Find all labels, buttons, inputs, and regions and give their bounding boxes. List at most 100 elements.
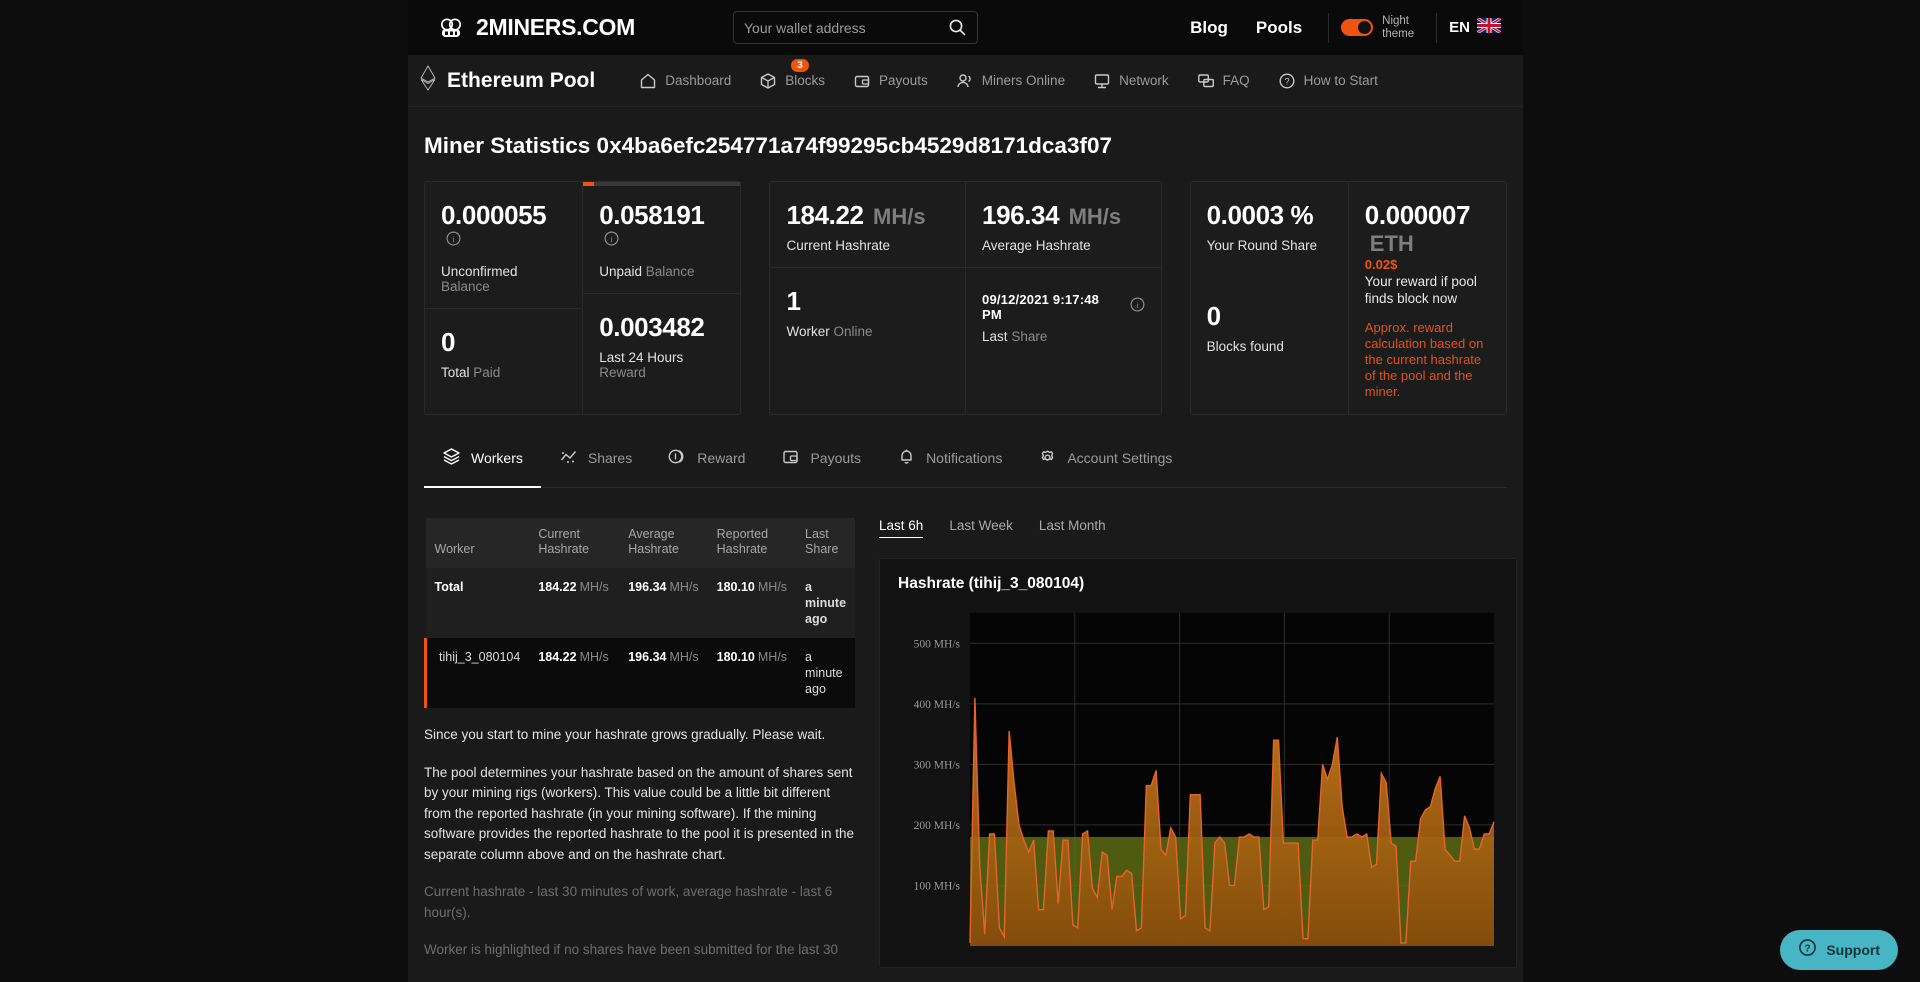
- blocks-found-cell: 0 Blocks found: [1191, 267, 1348, 368]
- nav-blog[interactable]: Blog: [1176, 18, 1242, 38]
- hashrate-col-left: 184.22 MH/s Current Hashrate 1 Worker On…: [770, 182, 966, 414]
- tab-reward[interactable]: Reward: [650, 447, 763, 487]
- toggle-switch[interactable]: [1341, 19, 1374, 36]
- last-24h-cell: 0.003482 Last 24 Hours Reward: [583, 293, 741, 394]
- brand[interactable]: 2MINERS.COM: [438, 14, 635, 41]
- round-col: 0.0003 % Your Round Share 0 Blocks found: [1191, 182, 1348, 414]
- reward-unit: ETH: [1369, 231, 1414, 256]
- info-icon[interactable]: i: [446, 231, 461, 246]
- unpaid-progress-bar: [583, 182, 741, 186]
- col-last-share: Last Share: [796, 518, 856, 568]
- panel-content: Miner Statistics 0x4ba6efc254771a74f9929…: [408, 107, 1523, 968]
- info-icon[interactable]: i: [604, 231, 619, 246]
- tab-shares[interactable]: Shares: [541, 447, 650, 487]
- language-selector[interactable]: EN: [1449, 16, 1502, 38]
- tab-payouts[interactable]: Payouts: [763, 447, 879, 487]
- last-share-label: Last Share: [982, 329, 1145, 344]
- value: 180.10: [716, 650, 755, 664]
- note-paragraph-3: Current hashrate - last 30 minutes of wo…: [424, 884, 833, 920]
- total-paid-label: Total Paid: [441, 365, 566, 380]
- svg-text:200 MH/s: 200 MH/s: [914, 820, 961, 832]
- reward-cell: 0.000007 ETH 0.02$ Your reward if pool f…: [1349, 182, 1506, 414]
- tab-notifications[interactable]: Notifications: [879, 447, 1020, 487]
- svg-text:i: i: [1136, 300, 1139, 310]
- header-right: Blog Pools Night theme EN: [1176, 0, 1502, 55]
- chat-icon: [1197, 72, 1215, 90]
- divider: [1328, 12, 1330, 43]
- tab-label: Payouts: [810, 450, 862, 466]
- svg-text:500 MH/s: 500 MH/s: [914, 638, 961, 650]
- reward-note: Approx. reward calculation based on the …: [1364, 320, 1484, 399]
- unpaid-balance-cell: 0.058191 i Unpaid Balance: [583, 182, 741, 293]
- pool-title: Ethereum Pool: [420, 65, 595, 96]
- workers-table: Worker Current Hashrate Average Hashrate…: [424, 518, 856, 708]
- reward-card: 0.0003 % Your Round Share 0 Blocks found…: [1189, 181, 1508, 415]
- info-icon[interactable]: i: [1130, 297, 1145, 317]
- wallet-icon: [781, 447, 800, 469]
- unit: MH/s: [579, 650, 609, 664]
- subnav-item-faq[interactable]: FAQ: [1183, 55, 1264, 107]
- unconfirmed-balance-label: Unconfirmed Balance: [441, 264, 566, 294]
- subnav-item-dashboard[interactable]: Dashboard: [625, 55, 745, 107]
- value: 184.22: [538, 580, 577, 594]
- cube-icon: [759, 72, 777, 90]
- round-share-value: 0.0003 %: [1206, 200, 1314, 230]
- top-header: 2MINERS.COM Blog Pools Night theme EN: [408, 0, 1523, 55]
- support-button[interactable]: ? Support: [1780, 930, 1898, 970]
- value: 196.34: [628, 580, 667, 594]
- round-share-cell: 0.0003 % Your Round Share: [1191, 182, 1348, 267]
- unpaid-balance-label: Unpaid Balance: [599, 264, 724, 279]
- balance-col-left: 0.000055 i Unconfirmed Balance 0 Total P…: [425, 182, 583, 414]
- subnav-item-how-to-start[interactable]: ? How to Start: [1264, 55, 1392, 107]
- subnav-label: Payouts: [879, 73, 928, 88]
- miners-logo-icon: [438, 15, 464, 41]
- cell-average: 196.34 MH/s: [619, 638, 708, 708]
- col-worker: Worker: [425, 518, 530, 568]
- subnav-item-blocks[interactable]: 3 Blocks: [745, 55, 839, 107]
- range-tab-last-month[interactable]: Last Month: [1039, 518, 1106, 538]
- cell-reported: 180.10 MH/s: [707, 568, 797, 638]
- subnav-item-miners-online[interactable]: Miners Online: [942, 55, 1079, 107]
- reward-usd: 0.02$: [1364, 257, 1398, 272]
- page-root: 2MINERS.COM Blog Pools Night theme EN: [0, 0, 1920, 982]
- monitor-icon: [1093, 72, 1111, 90]
- last-24h-label: Last 24 Hours: [599, 350, 684, 365]
- search-input[interactable]: [744, 19, 947, 36]
- label-strong: Last: [982, 329, 1008, 344]
- balance-card: 0.000055 i Unconfirmed Balance 0 Total P…: [424, 181, 742, 415]
- range-tab-last-6h[interactable]: Last 6h: [879, 518, 924, 538]
- night-theme-toggle[interactable]: Night theme: [1341, 15, 1424, 41]
- language-code: EN: [1449, 19, 1470, 36]
- section-tabs: Workers Shares Reward Payouts Notificati…: [424, 447, 1507, 488]
- subnav-item-payouts[interactable]: Payouts: [839, 55, 942, 107]
- search-box[interactable]: [733, 11, 978, 44]
- cell-worker: tihij_3_080104: [424, 638, 530, 708]
- search-icon[interactable]: [947, 18, 967, 38]
- lower-section: Worker Current Hashrate Average Hashrate…: [424, 518, 1518, 968]
- table-row[interactable]: Total 184.22 MH/s 196.34 MH/s 180.10 MH/s: [425, 568, 856, 638]
- cell-last-share: a minute ago: [796, 638, 856, 708]
- svg-text:?: ?: [1805, 943, 1811, 954]
- chart-column: Last 6h Last Week Last Month Hashrate (t…: [879, 518, 1518, 968]
- coins-icon: [668, 447, 687, 469]
- hashrate-chart-panel: Hashrate (tihij_3_080104) 500 MH/s 400 MH…: [879, 558, 1518, 968]
- hashrate-chart[interactable]: 500 MH/s 400 MH/s 300 MH/s 200 MH/s 100 MH/s: [898, 607, 1498, 952]
- unit: MH/s: [579, 580, 609, 594]
- divider: [1436, 12, 1438, 43]
- nav-pools[interactable]: Pools: [1242, 18, 1316, 38]
- last-24h-value: 0.003482: [599, 312, 705, 342]
- unit: MH/s: [757, 580, 788, 594]
- range-tab-last-week[interactable]: Last Week: [949, 518, 1013, 538]
- tab-workers[interactable]: Workers: [424, 447, 541, 488]
- brand-text: 2MINERS.COM: [476, 14, 635, 40]
- label-muted: Balance: [441, 279, 490, 294]
- subnav-label: FAQ: [1222, 73, 1250, 88]
- cell-last-share: a minute ago: [796, 568, 856, 638]
- label-strong: Unpaid: [599, 264, 643, 279]
- subnav-item-network[interactable]: Network: [1079, 55, 1183, 107]
- label-muted: Paid: [473, 365, 501, 380]
- table-row[interactable]: tihij_3_080104 184.22 MH/s 196.34 MH/s 180…: [424, 638, 856, 708]
- svg-text:100 MH/s: 100 MH/s: [914, 880, 961, 892]
- tab-account-settings[interactable]: Account Settings: [1020, 447, 1190, 487]
- col-current-hashrate: Current Hashrate: [529, 518, 620, 568]
